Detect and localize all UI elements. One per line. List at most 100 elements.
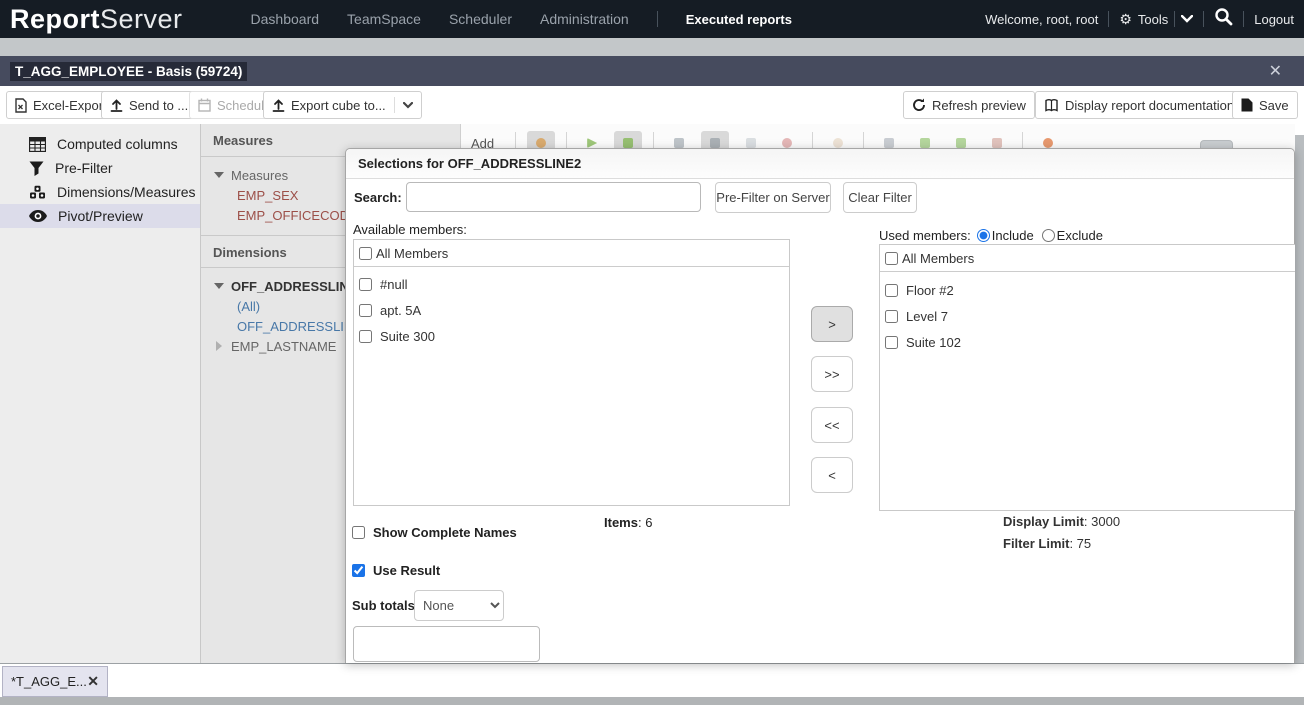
nav-divider xyxy=(1203,11,1204,27)
search-label: Search: xyxy=(354,190,402,205)
list-item-label: apt. 5A xyxy=(380,303,421,318)
dimension-level-off-addressline[interactable]: OFF_ADDRESSLINE xyxy=(201,319,362,334)
caret-down-icon[interactable] xyxy=(214,283,224,289)
nav-divider xyxy=(657,11,658,27)
member-checkbox[interactable] xyxy=(359,330,372,343)
logo-bold: Report xyxy=(10,4,100,34)
nav-item-executed-reports[interactable]: Executed reports xyxy=(686,12,792,27)
all-members-checkbox[interactable] xyxy=(885,252,898,265)
exclude-label[interactable]: Exclude xyxy=(1057,228,1103,243)
use-result-checkbox[interactable] xyxy=(352,564,365,577)
remove-all-button[interactable]: << xyxy=(811,407,853,443)
include-radio[interactable] xyxy=(977,229,990,242)
welcome-text: Welcome, root, root xyxy=(985,12,1098,27)
excel-export-label: Excel-Export xyxy=(33,98,107,113)
caret-down-icon[interactable] xyxy=(214,172,224,178)
nav-item-administration[interactable]: Administration xyxy=(540,11,629,27)
use-result-option[interactable]: Use Result xyxy=(352,563,440,578)
sidebar-item-pivot-preview[interactable]: Pivot/Preview xyxy=(0,204,200,228)
items-count: Items: 6 xyxy=(604,515,652,530)
export-cube-button[interactable]: Export cube to... xyxy=(263,91,422,119)
sidebar-item-dimensions-measures[interactable]: Dimensions/Measures xyxy=(0,180,200,204)
filter-limit: Filter Limit: 75 xyxy=(1003,536,1091,551)
add-all-button[interactable]: >> xyxy=(811,356,853,392)
include-label[interactable]: Include xyxy=(992,228,1034,243)
refresh-preview-button[interactable]: Refresh preview xyxy=(903,91,1035,119)
all-members-checkbox[interactable] xyxy=(359,247,372,260)
logout-link[interactable]: Logout xyxy=(1254,12,1294,27)
measure-emp-sex[interactable]: EMP_SEX xyxy=(201,188,298,203)
search-input[interactable] xyxy=(406,182,701,212)
sidebar-item-label: Dimensions/Measures xyxy=(57,184,196,200)
reportserver-logo[interactable]: ReportServer xyxy=(10,4,183,35)
list-item-suite-102[interactable]: Suite 102 xyxy=(880,329,1295,355)
selections-dialog: Selections for OFF_ADDRESSLINE2 Search: … xyxy=(345,148,1295,663)
exclude-radio[interactable] xyxy=(1042,229,1055,242)
tree-node-label: Measures xyxy=(231,168,288,183)
sidebar-item-computed-columns[interactable]: Computed columns xyxy=(0,132,200,156)
button-divider xyxy=(394,97,395,113)
dialog-title: Selections for OFF_ADDRESSLINE2 xyxy=(346,149,1294,179)
items-count-label: Items xyxy=(604,515,638,530)
list-item-label: Suite 102 xyxy=(906,335,961,350)
member-checkbox[interactable] xyxy=(359,278,372,291)
measure-emp-officecode[interactable]: EMP_OFFICECODE xyxy=(201,208,358,223)
nav-item-scheduler[interactable]: Scheduler xyxy=(449,11,512,27)
tools-menu[interactable]: ⚙ Tools xyxy=(1119,11,1193,27)
list-item-apt-5a[interactable]: apt. 5A xyxy=(354,297,789,323)
bottom-tabbar: *T_AGG_E... ✕ xyxy=(0,663,1304,697)
cubes-icon xyxy=(29,185,46,200)
nav-divider xyxy=(1108,11,1109,27)
member-checkbox[interactable] xyxy=(359,304,372,317)
report-title: T_AGG_EMPLOYEE - Basis (59724) xyxy=(10,62,247,81)
show-complete-names-option[interactable]: Show Complete Names xyxy=(352,525,517,540)
upload-icon xyxy=(110,98,123,112)
refresh-icon xyxy=(912,98,926,112)
list-item-null[interactable]: #null xyxy=(354,271,789,297)
sub-totals-value-box[interactable] xyxy=(353,626,540,662)
list-item-label: #null xyxy=(380,277,407,292)
clear-filter-button[interactable]: Clear Filter xyxy=(843,182,917,213)
vertical-scrollbar[interactable] xyxy=(1295,135,1304,663)
prefilter-server-button[interactable]: Pre-Filter on Server xyxy=(715,182,831,213)
save-button[interactable]: Save xyxy=(1232,91,1298,119)
close-icon[interactable]: ✕ xyxy=(1269,61,1282,81)
app-window: ReportServer Dashboard TeamSpace Schedul… xyxy=(0,0,1304,705)
display-limit-label: Display Limit xyxy=(1003,514,1084,529)
show-complete-names-checkbox[interactable] xyxy=(352,526,365,539)
sub-totals-select[interactable]: None xyxy=(414,590,504,621)
dimension-level-all[interactable]: (All) xyxy=(201,299,260,314)
list-item-label: Floor #2 xyxy=(906,283,954,298)
close-tab-icon[interactable]: ✕ xyxy=(87,673,99,690)
available-members-list: All Members #null apt. 5A Suite 300 xyxy=(353,239,790,506)
caret-right-icon[interactable] xyxy=(216,341,222,351)
sidebar-item-label: Pivot/Preview xyxy=(58,208,143,224)
display-documentation-button[interactable]: Display report documentation xyxy=(1035,91,1243,119)
list-item-all-members[interactable]: All Members xyxy=(354,240,789,267)
member-checkbox[interactable] xyxy=(885,336,898,349)
tree-node-label: EMP_LASTNAME xyxy=(231,339,336,354)
nav-divider xyxy=(1174,11,1175,27)
member-checkbox[interactable] xyxy=(885,310,898,323)
report-titlebar: T_AGG_EMPLOYEE - Basis (59724) ✕ xyxy=(0,56,1304,86)
list-item-suite-300[interactable]: Suite 300 xyxy=(354,323,789,349)
list-item-label: Level 7 xyxy=(906,309,948,324)
chevron-down-icon[interactable] xyxy=(1181,15,1193,23)
list-item-floor-2[interactable]: Floor #2 xyxy=(880,277,1295,303)
report-tab[interactable]: *T_AGG_E... ✕ xyxy=(2,666,108,697)
export-cube-label: Export cube to... xyxy=(291,98,386,113)
member-checkbox[interactable] xyxy=(885,284,898,297)
add-selected-button[interactable]: > xyxy=(811,306,853,342)
gear-icon: ⚙ xyxy=(1119,12,1132,26)
nav-item-dashboard[interactable]: Dashboard xyxy=(251,11,320,27)
excel-file-icon xyxy=(15,98,27,113)
remove-selected-button[interactable]: < xyxy=(811,457,853,493)
sidebar-item-label: Computed columns xyxy=(57,136,178,152)
nav-item-teamspace[interactable]: TeamSpace xyxy=(347,11,421,27)
list-item-all-members[interactable]: All Members xyxy=(880,245,1295,272)
sidebar-item-pre-filter[interactable]: Pre-Filter xyxy=(0,156,200,180)
list-item-level-7[interactable]: Level 7 xyxy=(880,303,1295,329)
chevron-down-icon[interactable] xyxy=(403,102,413,109)
report-tab-label: *T_AGG_E... xyxy=(11,674,87,689)
search-icon[interactable] xyxy=(1214,7,1233,31)
